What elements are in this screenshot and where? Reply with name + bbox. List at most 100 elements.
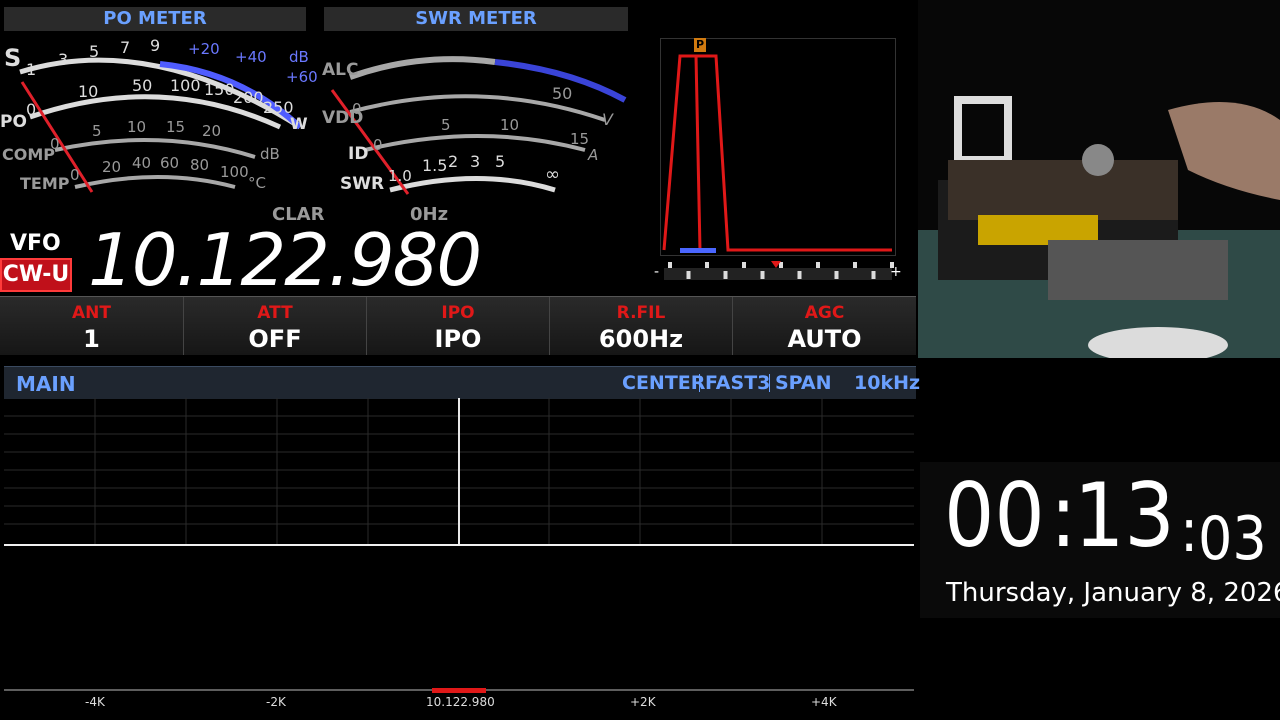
axis-minus-2k: -2K — [266, 695, 286, 709]
po-tick-100: 100 — [170, 76, 201, 95]
swr-tick-2: 2 — [448, 152, 459, 171]
ant-button[interactable]: ANT 1 — [0, 297, 184, 355]
comp-tick-15: 15 — [166, 118, 186, 136]
s-plus-20: +20 — [188, 40, 220, 58]
att-title: ATT — [257, 303, 293, 323]
comp-unit: dB — [260, 145, 280, 163]
temp-tick-60: 60 — [160, 154, 180, 172]
clock-hours: 00 — [944, 464, 1045, 567]
s-tick-5: 5 — [89, 42, 100, 61]
po-tick-0: 0 — [26, 100, 37, 119]
spectrum-scope[interactable] — [4, 398, 916, 698]
id-tick-15: 15 — [570, 130, 590, 148]
rfil-button[interactable]: R.FIL 600Hz — [550, 297, 733, 355]
id-arc — [364, 134, 586, 152]
po-meter-title: PO METER — [4, 7, 306, 31]
filter-scale-tick — [834, 271, 839, 279]
ant-title: ANT — [72, 303, 111, 323]
s-plus-60: +60 — [286, 68, 318, 86]
comp-tick-0: 0 — [50, 135, 60, 153]
filter-scale-tick — [742, 262, 746, 268]
control-bar: ANT 1 ATT OFF IPO IPO R.FIL 600Hz AGC AU… — [0, 296, 916, 355]
comp-tick-20: 20 — [202, 122, 222, 140]
agc-title: AGC — [804, 303, 845, 323]
agc-button[interactable]: AGC AUTO — [733, 297, 916, 355]
db-label: dB — [289, 48, 309, 66]
filter-scale-tick — [668, 262, 672, 268]
temp-tick-80: 80 — [190, 156, 210, 174]
scope-span-value[interactable]: 10kHz — [854, 372, 920, 394]
clock-minutes: 13 — [1074, 464, 1175, 567]
s-tick-9: 9 — [150, 36, 161, 55]
ipo-button[interactable]: IPO IPO — [367, 297, 550, 355]
po-unit: W — [290, 114, 308, 133]
filter-scale — [664, 261, 894, 280]
po-tick-150: 150 — [204, 80, 235, 99]
rfil-value: 600Hz — [598, 325, 684, 353]
s-tick-1: 1 — [26, 60, 37, 79]
filter-scale-tick — [853, 262, 857, 268]
axis-center: 10.122.980 — [426, 695, 495, 709]
temp-unit: °C — [248, 174, 266, 192]
swr-tick-1-5: 1.5 — [422, 156, 448, 175]
swr-meter-title: SWR METER — [324, 7, 628, 31]
vfo-label[interactable]: VFO — [10, 231, 61, 256]
vfo-frequency[interactable]: 10.122.980 — [88, 224, 482, 296]
ipo-value: IPO — [434, 325, 482, 353]
camera-inset — [918, 0, 1280, 358]
swr-label: SWR — [340, 174, 385, 194]
comp-label: COMP — [2, 145, 55, 164]
clock-colon-2: : — [1180, 496, 1199, 566]
scope-header: MAIN CENTER FAST3 SPAN 10kHz — [4, 366, 920, 399]
filter-scale-tick — [871, 271, 876, 279]
ipo-title: IPO — [441, 303, 475, 323]
alc-arc — [348, 56, 496, 80]
vdd-tick-0: 0 — [352, 100, 362, 118]
vdd-unit: V — [602, 110, 613, 129]
agc-value: AUTO — [787, 325, 862, 353]
telegraph-key-image — [918, 96, 1280, 358]
scope-span-label[interactable]: SPAN — [775, 372, 831, 394]
id-tick-5: 5 — [441, 116, 451, 134]
rfil-title: R.FIL — [616, 303, 666, 323]
att-value: OFF — [248, 325, 302, 353]
clock-panel: 00 : 13 : 03 Thursday, January 8, 2026 — [920, 462, 1280, 618]
alc-label: ALC — [322, 60, 359, 80]
scope-title: MAIN — [16, 372, 76, 396]
temp-tick-20: 20 — [102, 158, 122, 176]
filter-scale-tick — [705, 262, 709, 268]
swr-tick-1-0: 1.0 — [388, 167, 412, 185]
scope-divider-1 — [699, 374, 700, 392]
swr-tick-3: 3 — [470, 152, 481, 171]
scope-mode[interactable]: CENTER — [622, 372, 705, 394]
filter-scale-tick — [760, 271, 765, 279]
s-tick-3: 3 — [58, 50, 69, 69]
swr-arc — [389, 176, 556, 193]
scope-speed[interactable]: FAST3 — [705, 372, 770, 394]
filter-scale-tick — [723, 271, 728, 279]
po-label: PO — [0, 112, 27, 132]
filter-marker: P — [694, 38, 706, 52]
mode-badge[interactable]: CW-U — [0, 258, 72, 292]
swr-tick-5: 5 — [495, 152, 506, 171]
axis-minus-4k: -4K — [85, 695, 105, 709]
clock-date: Thursday, January 8, 2026 — [946, 578, 1280, 608]
axis-plus-2k: +2K — [630, 695, 656, 709]
scope-divider-2 — [769, 374, 770, 392]
id-unit: A — [588, 146, 599, 164]
comp-scale-arc — [54, 138, 256, 159]
id-tick-0: 0 — [373, 136, 383, 154]
s-tick-7: 7 — [120, 38, 131, 57]
comp-tick-5: 5 — [92, 122, 102, 140]
swr-tick-inf: ∞ — [545, 164, 560, 185]
temp-tick-0: 0 — [70, 166, 80, 184]
ant-value: 1 — [83, 325, 100, 353]
id-tick-10: 10 — [500, 116, 520, 134]
filter-scale-tick — [686, 271, 691, 279]
temp-scale-arc — [74, 175, 236, 189]
temp-tick-100: 100 — [220, 163, 249, 181]
po-tick-250: 250 — [263, 98, 294, 117]
s-plus-40: +40 — [235, 48, 267, 66]
clock-colon-1: : — [1050, 464, 1077, 567]
att-button[interactable]: ATT OFF — [184, 297, 367, 355]
